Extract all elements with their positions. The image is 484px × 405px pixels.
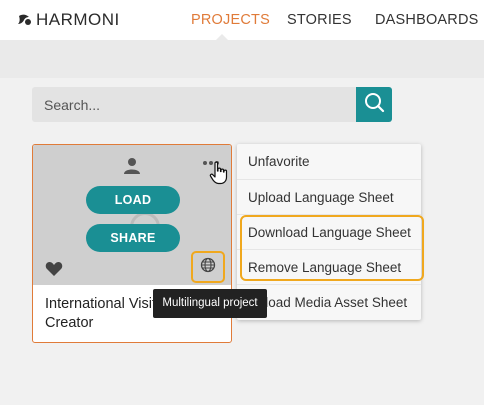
user-icon: [123, 157, 141, 180]
hand-cursor-icon: [209, 161, 229, 190]
search-icon: [363, 91, 385, 118]
logo-text: HARMONI: [36, 10, 120, 29]
top-navigation-bar: HARMONI PROJECTS STORIES DASHBOARDS: [0, 0, 484, 40]
load-button[interactable]: LOAD: [86, 186, 180, 214]
multilingual-tooltip: Multilingual project: [153, 289, 267, 318]
menu-item-upload-language-sheet[interactable]: Upload Language Sheet: [237, 179, 421, 214]
nav-stories[interactable]: STORIES: [287, 12, 352, 28]
project-thumbnail: LOAD SHARE: [33, 145, 231, 285]
sub-toolbar: [0, 40, 484, 78]
language-sheet-highlight: [240, 215, 424, 281]
search-box: [32, 87, 356, 122]
share-button[interactable]: SHARE: [86, 224, 180, 252]
nav-projects[interactable]: PROJECTS: [191, 12, 270, 28]
globe-icon: [200, 257, 216, 278]
multilingual-indicator[interactable]: [191, 251, 225, 283]
search-button[interactable]: [356, 87, 392, 122]
harmoni-logo[interactable]: HARMONI: [16, 10, 120, 30]
menu-item-unfavorite[interactable]: Unfavorite: [237, 144, 421, 179]
logo-icon: [16, 12, 32, 28]
search-input[interactable]: [32, 87, 356, 122]
nav-dashboards[interactable]: DASHBOARDS: [375, 12, 479, 28]
heart-icon[interactable]: [45, 261, 63, 282]
